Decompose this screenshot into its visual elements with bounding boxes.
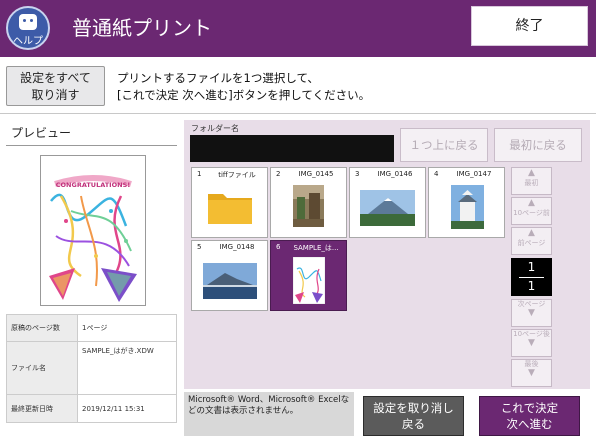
prev-10-pages-button[interactable]: ▲ 10ページ前 <box>511 197 552 225</box>
photo-thumbnail <box>203 263 257 299</box>
file-tile[interactable]: 4 IMG_0147 <box>428 167 505 238</box>
double-up-arrow-icon: ▲ <box>528 198 535 208</box>
nav-label: 次ページ <box>517 300 546 308</box>
help-button[interactable]: ヘルプ <box>6 6 50 50</box>
last-page-icon: ▼ <box>528 368 535 378</box>
file-info-table: 原稿のページ数 1ページ ファイル名 SAMPLE_はがき.XDW 最終更新日時… <box>6 314 177 423</box>
first-page-button[interactable]: ▲ 最初 <box>511 167 552 195</box>
file-number: 3 <box>355 170 360 178</box>
page-divider <box>519 277 544 278</box>
info-value: SAMPLE_はがき.XDW <box>77 341 177 395</box>
current-page: 1 <box>527 260 536 274</box>
instruction-text: プリントするファイルを1つ選択して、 [これで決定 次へ進む]ボタンを押してくだ… <box>117 70 370 104</box>
file-number: 4 <box>434 170 439 178</box>
instruction-line-2: [これで決定 次へ進む]ボタンを押してください。 <box>117 88 371 102</box>
next-page-button[interactable]: 次ページ ▼ <box>511 299 552 327</box>
back-to-first-button[interactable]: 最初に戻る <box>494 128 582 162</box>
nav-label: 10ページ後 <box>513 330 550 338</box>
ok-label-line-1: これで決定 <box>500 401 559 415</box>
down-arrow-icon: ▼ <box>528 308 535 318</box>
file-tile[interactable]: 5 IMG_0148 <box>191 240 268 311</box>
cancel-label-line-2: 戻る <box>402 417 425 431</box>
folder-label: フォルダー名 <box>191 124 239 133</box>
info-label: 最終更新日時 <box>6 394 78 423</box>
folder-name-field <box>190 135 394 162</box>
table-row: 最終更新日時 2019/12/11 15:31 <box>6 394 177 423</box>
cancel-label-line-1: 設定を取り消し <box>373 401 454 415</box>
preview-image: CONGRATULATIONS! <box>40 155 146 306</box>
file-number: 5 <box>197 243 202 251</box>
card-banner-text: CONGRATULATIONS! <box>56 181 130 189</box>
confirm-next-button[interactable]: これで決定 次へ進む <box>479 396 580 436</box>
card-thumbnail <box>293 257 325 304</box>
file-number: 6 <box>276 243 281 251</box>
photo-thumbnail <box>360 190 415 226</box>
file-name: IMG_0145 <box>298 170 334 178</box>
file-name: IMG_0147 <box>456 170 492 178</box>
reset-label-line-1: 設定をすべて <box>20 71 91 85</box>
file-name: IMG_0148 <box>219 243 255 251</box>
reset-label-line-2: 取り消す <box>31 88 80 102</box>
first-page-icon: ▲ <box>528 168 535 178</box>
double-down-arrow-icon: ▼ <box>528 338 535 348</box>
file-tile[interactable]: 2 IMG_0145 <box>270 167 347 238</box>
cancel-settings-button[interactable]: 設定を取り消し 戻る <box>363 396 464 436</box>
file-tile-selected[interactable]: 6 SAMPLE_は... <box>270 240 347 311</box>
file-tile[interactable]: 1 tiffファイル <box>191 167 268 238</box>
parent-folder-button[interactable]: １つ上に戻る <box>400 128 488 162</box>
ok-label-line-2: 次へ進む <box>506 417 553 431</box>
photo-thumbnail <box>293 185 324 227</box>
nav-label: 10ページ前 <box>513 209 550 217</box>
title-bar: ヘルプ 普通紙プリント 終了 <box>0 0 596 57</box>
file-number: 1 <box>197 170 202 178</box>
info-label: 原稿のページ数 <box>6 314 78 342</box>
preview-divider <box>6 145 177 146</box>
info-value: 2019/12/11 15:31 <box>77 394 177 423</box>
info-value: 1ページ <box>77 314 177 342</box>
file-number: 2 <box>276 170 281 178</box>
total-pages: 1 <box>527 279 536 293</box>
file-name: SAMPLE_は... <box>293 244 339 252</box>
help-label: ヘルプ <box>13 36 43 47</box>
photo-thumbnail <box>451 185 484 229</box>
table-row: ファイル名 SAMPLE_はがき.XDW <box>6 341 177 395</box>
page-title: 普通紙プリント <box>72 16 212 40</box>
reset-all-button[interactable]: 設定をすべて 取り消す <box>6 66 105 106</box>
instruction-line-1: プリントするファイルを1つ選択して、 <box>117 71 319 85</box>
table-row: 原稿のページ数 1ページ <box>6 314 177 342</box>
last-page-button[interactable]: 最後 ▼ <box>511 359 552 387</box>
nav-label: 前ページ <box>517 239 546 247</box>
folder-icon <box>208 194 252 224</box>
robot-face-icon <box>19 14 37 30</box>
unsupported-files-note: Microsoft® Word、Microsoft® Excelなどの文書は表示… <box>184 392 354 436</box>
greeting-card-image: CONGRATULATIONS! <box>41 156 145 305</box>
nav-label: 最初 <box>524 179 539 187</box>
nav-label: 最後 <box>524 360 539 368</box>
end-button[interactable]: 終了 <box>471 6 588 46</box>
preview-title: プレビュー <box>11 126 72 140</box>
file-name: tiffファイル <box>218 171 256 179</box>
file-name: IMG_0146 <box>377 170 413 178</box>
info-label: ファイル名 <box>6 341 78 395</box>
page-indicator: 1 1 <box>511 258 552 296</box>
next-10-pages-button[interactable]: 10ページ後 ▼ <box>511 329 552 357</box>
divider <box>0 113 596 114</box>
up-arrow-icon: ▲ <box>528 228 535 238</box>
prev-page-button[interactable]: ▲ 前ページ <box>511 227 552 255</box>
file-tile[interactable]: 3 IMG_0146 <box>349 167 426 238</box>
